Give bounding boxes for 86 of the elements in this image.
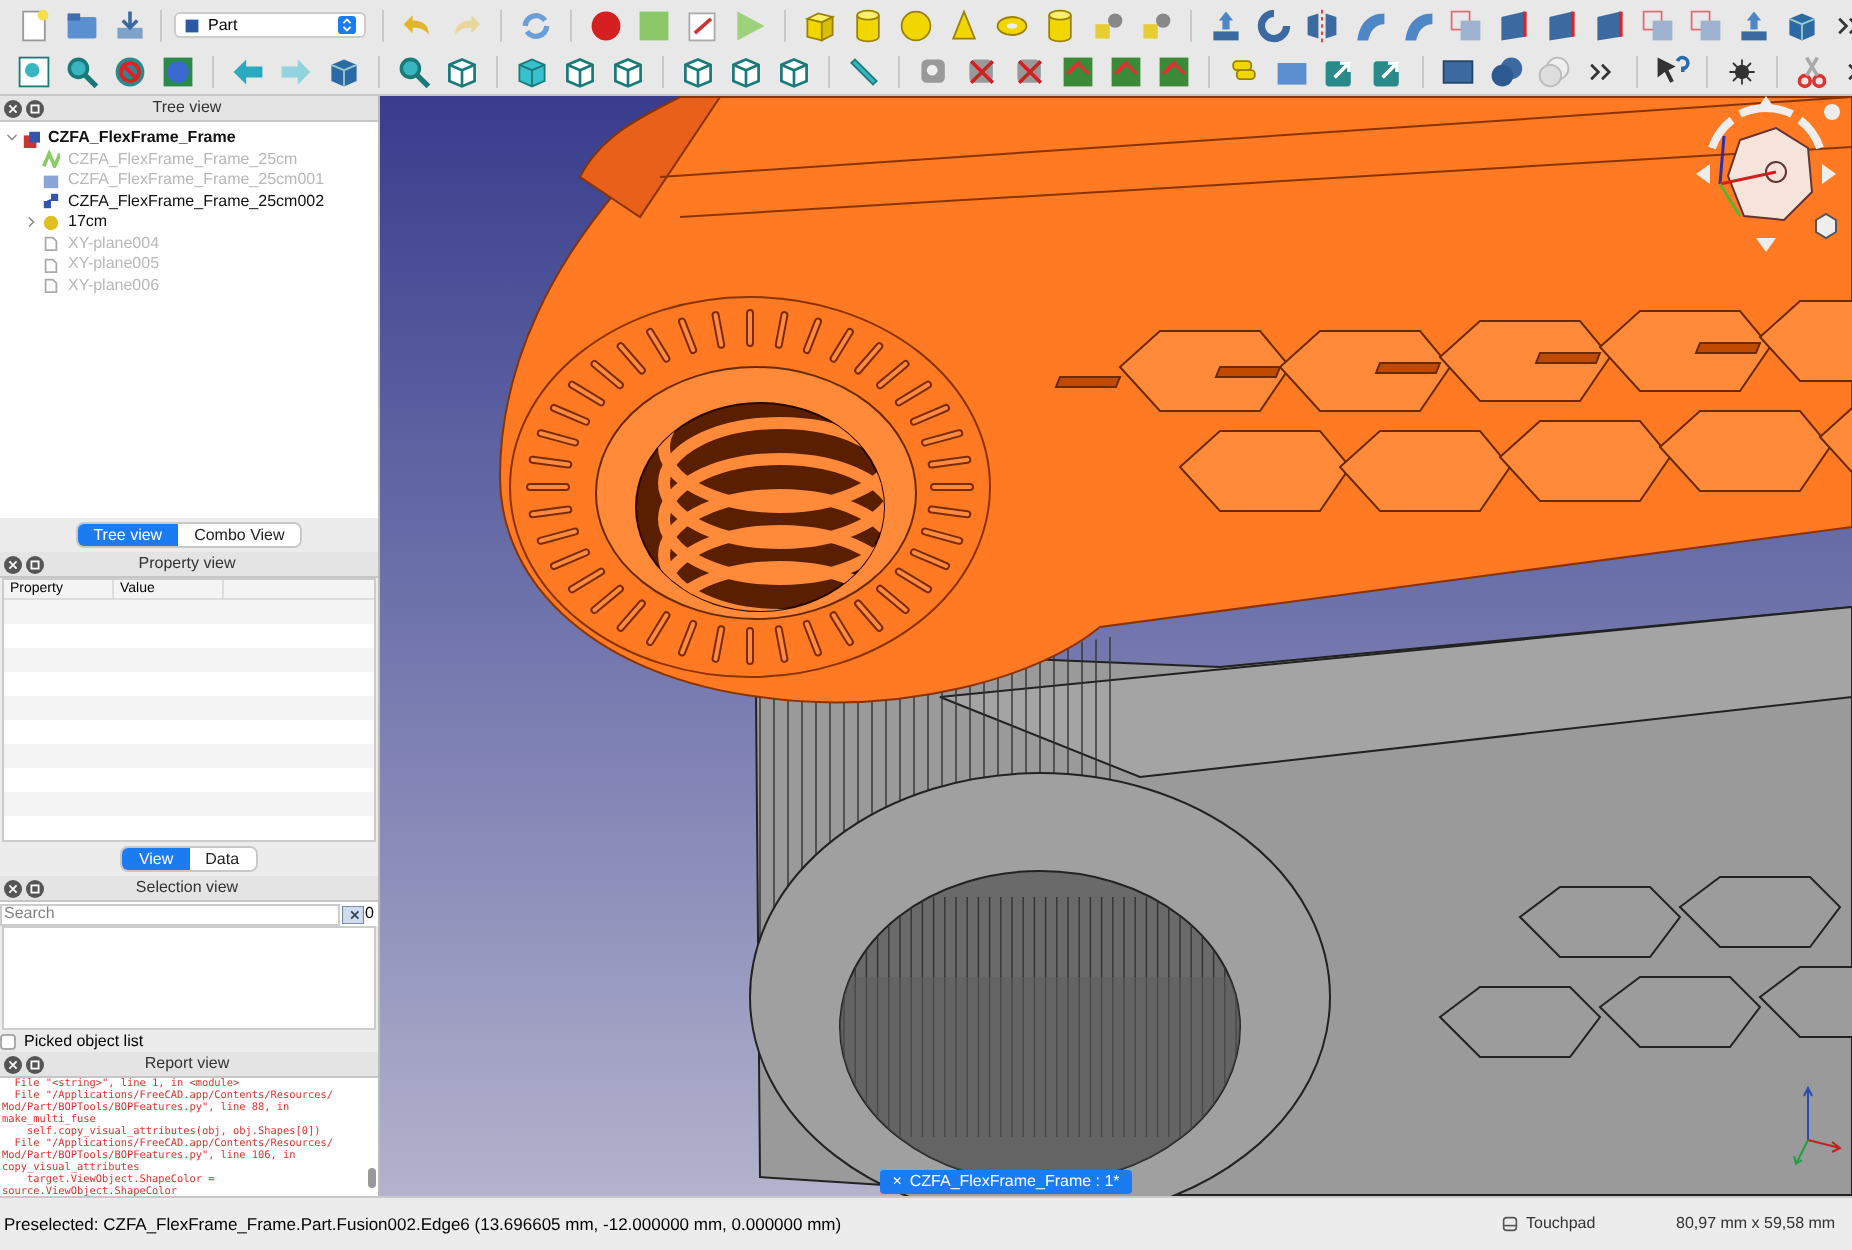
search-field[interactable]: Search (0, 903, 340, 925)
scrollbar[interactable] (368, 1168, 376, 1188)
panel-title: Selection view (133, 876, 241, 900)
cone-icon[interactable] (946, 7, 982, 43)
status-message: Preselected: CZFA_FlexFrame_Frame.Part.Fusion002.Edge6 (13.696605 mm, -12.000000 mm, 0.000000 mm) (4, 1211, 844, 1237)
selection-count: 0 (365, 902, 376, 926)
navigation-style[interactable]: Touchpad (1526, 1212, 1676, 1236)
extrude-icon[interactable] (1208, 7, 1244, 43)
curved-face-icon[interactable] (1352, 7, 1388, 43)
panel-title: Report view (142, 1052, 232, 1076)
panel-title: Tree view (150, 96, 224, 120)
undock-icon[interactable] (26, 879, 44, 897)
wire-cube-icon[interactable] (610, 54, 646, 90)
wire-cube-icon[interactable] (562, 54, 598, 90)
fit-all-icon[interactable] (16, 54, 52, 90)
sphere-icon[interactable] (898, 7, 934, 43)
sketch-icon (42, 150, 60, 169)
magnifier-icon[interactable] (396, 54, 432, 90)
cylinder-icon[interactable] (850, 7, 886, 43)
shape-icon (42, 171, 60, 190)
panel-tab[interactable]: Tree view (77, 524, 179, 546)
clear-icon[interactable] (341, 905, 364, 923)
square-outline-icon[interactable] (1448, 7, 1484, 43)
checkbox-label: Picked object list (24, 1029, 144, 1053)
close-icon[interactable] (4, 1055, 22, 1073)
dropdown-arrows-icon (338, 16, 356, 34)
panel-title: Property view (136, 552, 238, 576)
panel-icon[interactable] (1592, 7, 1628, 43)
shapes-icon[interactable] (1090, 7, 1126, 43)
link-icon (42, 192, 60, 211)
collapsed-caret-icon[interactable] (26, 216, 38, 229)
wire-cube-icon[interactable] (728, 54, 764, 90)
workbench-dropdown[interactable]: Part (174, 12, 366, 38)
curved-face-icon[interactable] (1400, 7, 1436, 43)
scissors-icon[interactable] (1794, 54, 1830, 90)
record-icon[interactable] (588, 7, 624, 43)
cube-view-icon[interactable] (326, 54, 362, 90)
panel-tab[interactable]: Combo View (178, 524, 301, 546)
close-icon[interactable]: × (892, 1170, 902, 1194)
solid-cube-icon[interactable] (514, 54, 550, 90)
measure-clear-icon[interactable] (1012, 54, 1048, 90)
cube-icon[interactable] (802, 7, 838, 43)
refresh-icon[interactable] (518, 7, 554, 43)
tree-item[interactable]: CZFA_FlexFrame_Frame (48, 126, 236, 151)
checkbox[interactable] (0, 1033, 16, 1049)
wire-cube-icon[interactable] (680, 54, 716, 90)
close-icon[interactable] (4, 879, 22, 897)
mirror-icon[interactable] (1304, 7, 1340, 43)
spheres-icon[interactable] (1488, 54, 1524, 90)
undock-icon[interactable] (26, 1055, 44, 1073)
wire-cube-icon[interactable] (776, 54, 812, 90)
panel-tab[interactable]: Data (189, 848, 256, 870)
ruler-icon[interactable] (846, 54, 882, 90)
3d-viewport[interactable]: × CZFA_FlexFrame_Frame : 1* (380, 96, 1852, 1196)
group-icon (42, 213, 60, 232)
panel-icon[interactable] (1544, 7, 1580, 43)
document-tab[interactable]: × CZFA_FlexFrame_Frame : 1* (880, 1170, 1132, 1194)
dimensions-label: 80,97 mm x 59,58 mm (1676, 1212, 1838, 1236)
tree-item[interactable]: 17cm (68, 210, 108, 235)
close-icon[interactable] (4, 555, 22, 573)
panel-icon[interactable] (1496, 7, 1532, 43)
tray-icon[interactable] (112, 7, 148, 43)
tree-item[interactable]: CZFA_FlexFrame_Frame_25cm002 (68, 189, 325, 214)
arrow-left-icon[interactable] (230, 54, 266, 90)
panel-tab[interactable]: View (122, 848, 190, 870)
page-icon[interactable] (16, 7, 52, 43)
undock-icon[interactable] (26, 555, 44, 573)
magnifier-icon[interactable] (64, 54, 100, 90)
square-outline-icon[interactable] (1640, 7, 1676, 43)
part-icon (22, 129, 40, 148)
notepad-icon[interactable] (684, 7, 720, 43)
shapes-icon[interactable] (1138, 7, 1174, 43)
square-outline-icon[interactable] (1688, 7, 1724, 43)
revolve-icon[interactable] (1256, 7, 1292, 43)
extrude-icon[interactable] (1736, 7, 1772, 43)
wire-cube-icon[interactable] (444, 54, 480, 90)
close-icon[interactable] (4, 99, 22, 117)
expanded-caret-icon[interactable] (6, 132, 18, 145)
folder-icon[interactable] (64, 7, 100, 43)
box-icon[interactable] (1440, 54, 1476, 90)
measure-clear-icon[interactable] (964, 54, 1000, 90)
cylinder-icon[interactable] (1042, 7, 1078, 43)
prohibited-icon[interactable] (112, 54, 148, 90)
cube-icon (184, 17, 200, 33)
touchpad-icon[interactable] (1502, 1216, 1518, 1232)
undock-icon[interactable] (26, 99, 44, 117)
